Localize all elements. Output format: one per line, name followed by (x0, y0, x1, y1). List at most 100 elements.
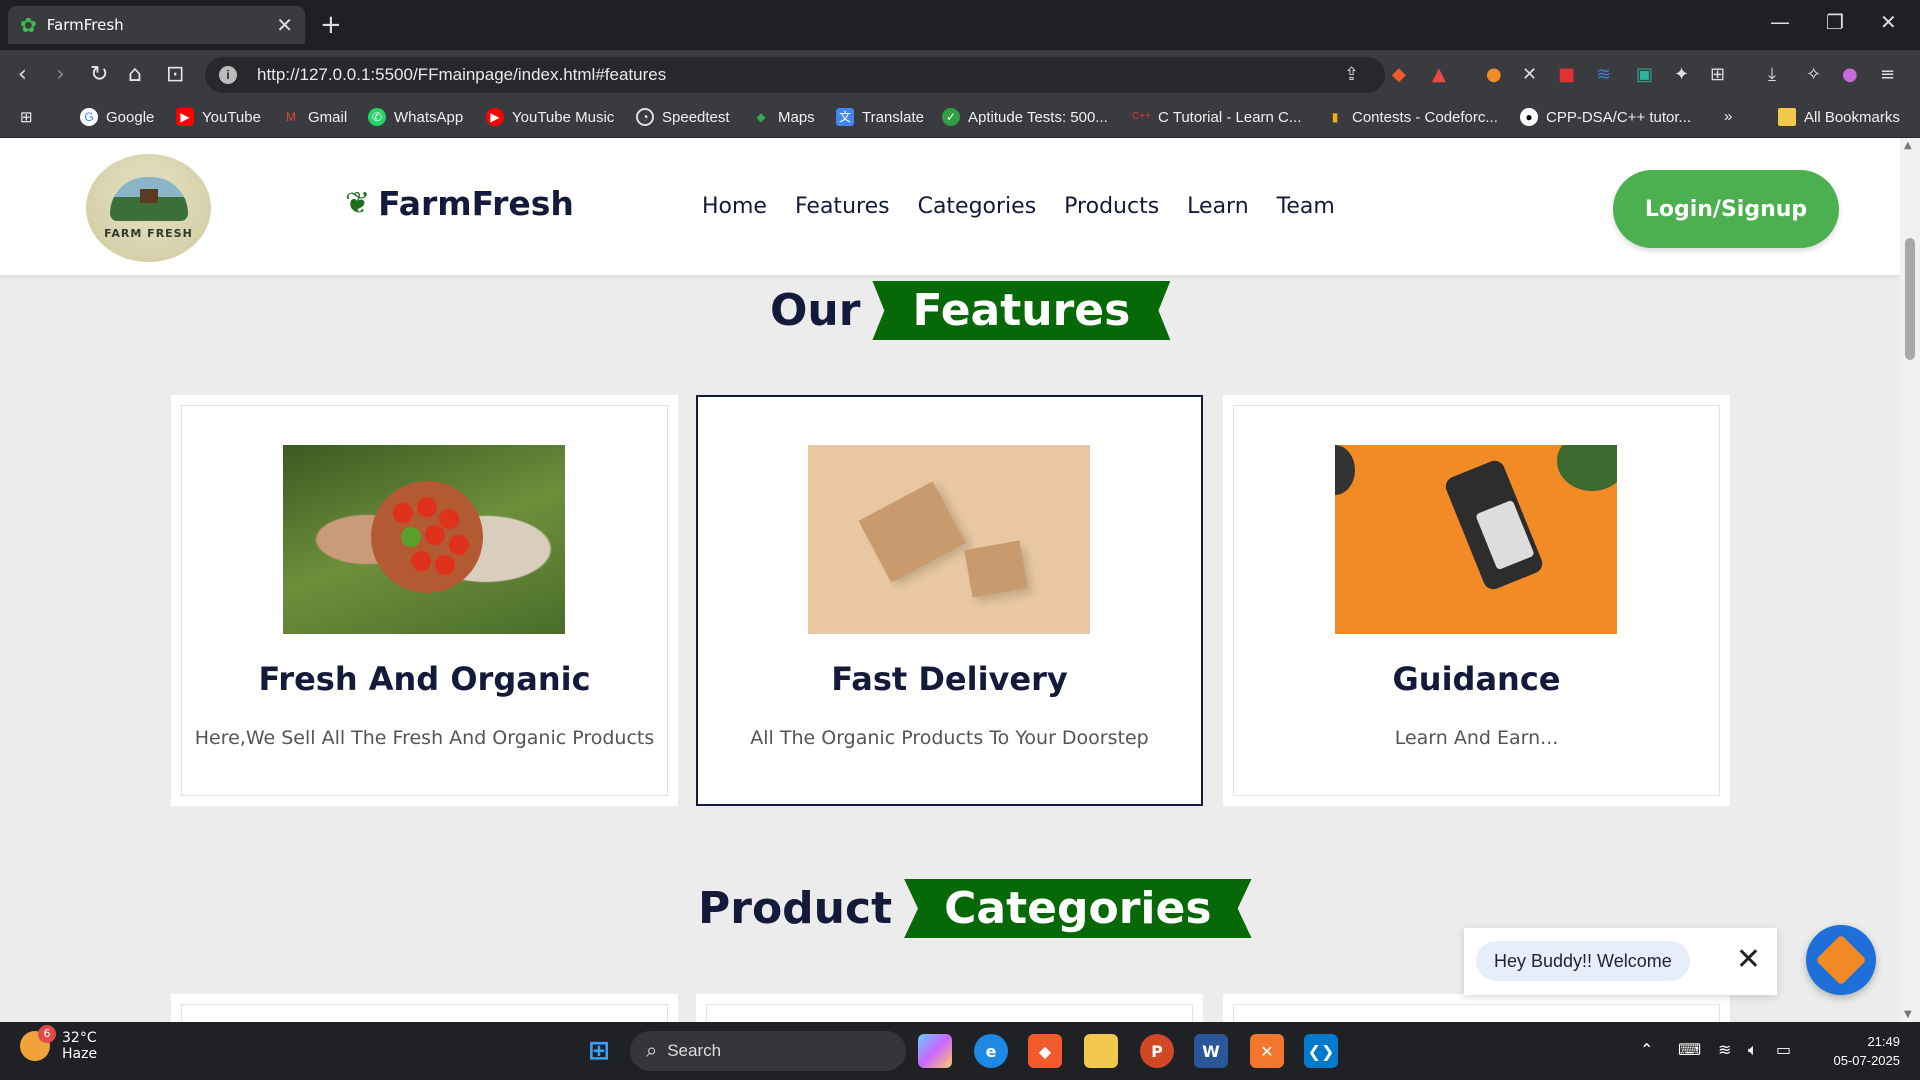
weather-haze-icon: 6 (20, 1025, 56, 1061)
browser-tab[interactable]: ✿ FarmFresh ✕ (8, 6, 305, 44)
nav-features[interactable]: Features (795, 194, 890, 219)
powerpoint-icon[interactable]: P (1140, 1034, 1174, 1068)
bookmark-c-tutorial[interactable]: C++ C Tutorial - Learn C... (1132, 108, 1301, 126)
extension-shield-icon[interactable]: ■ (1558, 64, 1575, 85)
parcel-box (858, 481, 966, 583)
folder-icon (1778, 108, 1796, 126)
brave-browser-icon[interactable]: ◆ (1028, 1034, 1062, 1068)
speedtest-icon: ◔ (636, 108, 654, 126)
restore-icon[interactable]: ❐ (1826, 10, 1844, 34)
menu-icon[interactable]: ≡ (1880, 64, 1895, 85)
chatbot-launcher-button[interactable] (1806, 925, 1876, 995)
bookmark-youtube[interactable]: ▶ YouTube (176, 108, 261, 126)
card-description: Learn And Earn... (1394, 727, 1559, 749)
category-card[interactable] (696, 994, 1203, 1022)
word-icon[interactable]: W (1194, 1034, 1228, 1068)
tomato (449, 535, 469, 555)
wifi-icon[interactable]: ≋ (1718, 1040, 1731, 1059)
feature-card-fresh[interactable]: Fresh And Organic Here,We Sell All The F… (171, 395, 678, 806)
address-bar[interactable]: i http://127.0.0.1:5500/FFmainpage/index… (205, 57, 1385, 93)
chatbot-cube-icon (1815, 934, 1867, 986)
back-icon[interactable]: ‹ (18, 62, 27, 87)
brave-shields-icon[interactable]: ◆ (1392, 64, 1406, 85)
tomato (425, 525, 445, 545)
tomato (393, 503, 413, 523)
tomato (439, 509, 459, 529)
bookmark-codeforces[interactable]: ▮ Contests - Codeforc... (1326, 108, 1498, 126)
forward-icon[interactable]: › (56, 62, 65, 87)
category-card[interactable] (171, 994, 678, 1022)
copilot-icon[interactable] (918, 1034, 952, 1068)
extension-wave-icon[interactable]: ≋ (1596, 64, 1611, 85)
google-icon: G (80, 108, 98, 126)
xampp-icon[interactable]: ✕ (1250, 1034, 1284, 1068)
show-hidden-icons-icon[interactable]: ⌃ (1640, 1040, 1653, 1059)
close-chat-icon[interactable]: ✕ (1736, 942, 1761, 977)
category-card[interactable] (1223, 994, 1730, 1022)
reader-mode-icon[interactable]: ⊞ (1710, 64, 1725, 85)
scroll-up-icon[interactable]: ▲ (1904, 140, 1912, 151)
bookmark-speedtest[interactable]: ◔ Speedtest (636, 108, 730, 126)
plant-shape (1557, 445, 1617, 491)
bookmark-google[interactable]: G Google (80, 108, 154, 126)
card-inner-border (706, 1004, 1193, 1022)
nav-products[interactable]: Products (1064, 194, 1159, 219)
minimize-icon[interactable]: — (1770, 10, 1790, 34)
c-tutorial-icon: C++ (1132, 111, 1151, 122)
scrollbar-thumb[interactable] (1905, 238, 1915, 360)
brand[interactable]: ❦ FarmFresh (345, 184, 574, 223)
vscode-icon[interactable]: ❮❯ (1304, 1034, 1338, 1068)
download-icon[interactable]: ⤓ (1768, 64, 1776, 85)
battery-icon[interactable]: ▭ (1776, 1040, 1791, 1059)
reload-icon[interactable]: ↻ (90, 62, 108, 87)
bookmark-youtube-music[interactable]: ▶ YouTube Music (486, 108, 614, 126)
close-window-icon[interactable]: ✕ (1880, 10, 1897, 34)
windows-start-icon[interactable]: ⊞ (582, 1034, 616, 1068)
weather-badge: 6 (38, 1025, 56, 1043)
browser-tab-bar: ✿ FarmFresh ✕ + — ❐ ✕ (0, 0, 1920, 50)
login-signup-button[interactable]: Login/Signup (1613, 170, 1839, 248)
system-clock[interactable]: 21:49 05-07-2025 (1834, 1032, 1901, 1070)
new-tab-icon[interactable]: + (320, 10, 342, 40)
sprout-icon: ❦ (345, 186, 371, 221)
extension-box-icon[interactable]: ▣ (1636, 64, 1653, 85)
share-icon[interactable]: ⇪ (1344, 64, 1359, 85)
extension-x-icon[interactable]: ✕ (1522, 64, 1537, 85)
close-tab-icon[interactable]: ✕ (276, 13, 293, 37)
all-bookmarks[interactable]: All Bookmarks (1778, 108, 1900, 126)
brave-rewards-icon[interactable]: ▲ (1432, 64, 1446, 85)
keyboard-icon[interactable]: ⌨ (1678, 1040, 1701, 1059)
bookmark-whatsapp[interactable]: ✆ WhatsApp (368, 108, 463, 126)
feature-card-delivery[interactable]: Fast Delivery All The Organic Products T… (696, 395, 1203, 806)
edge-icon[interactable]: e (974, 1034, 1008, 1068)
home-icon[interactable]: ⌂ (128, 62, 142, 87)
volume-icon[interactable]: 🔈︎ (1748, 1040, 1758, 1060)
extension-icon[interactable]: ● (1486, 64, 1502, 85)
tomato (401, 527, 421, 547)
bookmark-github[interactable]: ● CPP-DSA/C++ tutor... (1520, 108, 1691, 126)
farm-fresh-logo[interactable]: FARM FRESH (86, 154, 211, 262)
extensions-puzzle-icon[interactable]: ✦ (1674, 64, 1689, 85)
scroll-down-icon[interactable]: ▼ (1904, 1009, 1912, 1020)
page-scrollbar[interactable]: ▲ ▼ (1900, 138, 1920, 1022)
bookmark-icon[interactable]: ⊡ (166, 62, 184, 87)
nav-home[interactable]: Home (702, 194, 767, 219)
bookmark-aptitude[interactable]: ✓ Aptitude Tests: 500... (942, 108, 1108, 126)
bookmark-translate[interactable]: 文 Translate (836, 108, 924, 126)
bookmark-gmail[interactable]: M Gmail (282, 108, 347, 126)
leo-ai-icon[interactable]: ✧ (1806, 64, 1821, 85)
taskbar-search[interactable]: ⌕ Search (630, 1031, 906, 1071)
bookmark-maps[interactable]: ◆ Maps (752, 108, 814, 126)
nav-categories[interactable]: Categories (918, 194, 1037, 219)
nav-team[interactable]: Team (1277, 194, 1335, 219)
nav-learn[interactable]: Learn (1187, 194, 1249, 219)
file-explorer-icon[interactable] (1084, 1034, 1118, 1068)
more-bookmarks-icon[interactable]: » (1724, 108, 1732, 125)
apps-grid-icon[interactable]: ⊞ (20, 108, 33, 126)
feature-card-guidance[interactable]: Guidance Learn And Earn... (1223, 395, 1730, 806)
card-inner-border (1233, 1004, 1720, 1022)
profile-avatar-icon[interactable]: ● (1842, 64, 1858, 85)
site-info-icon[interactable]: i (219, 66, 237, 84)
weather-widget[interactable]: 6 32°C Haze (20, 1025, 97, 1062)
categories-heading: Product Categories (698, 879, 1252, 938)
